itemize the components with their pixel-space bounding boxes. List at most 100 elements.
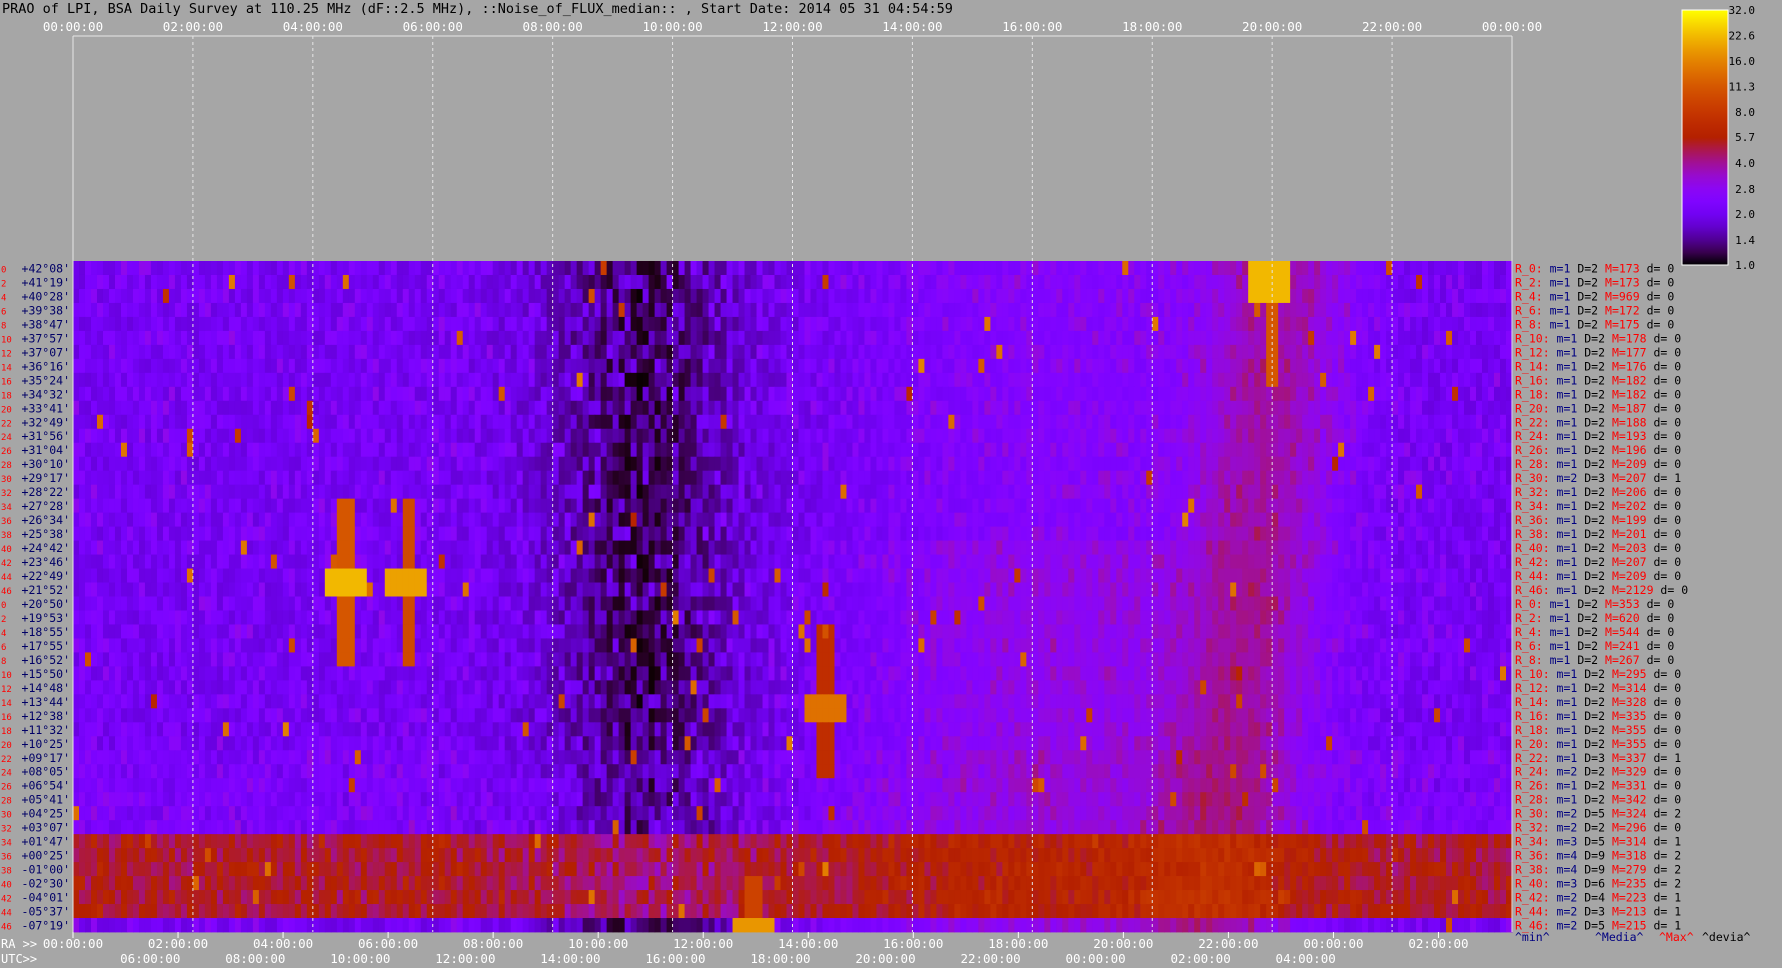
heatmap-cell bbox=[372, 400, 380, 416]
heatmap-cell bbox=[1422, 414, 1429, 430]
heatmap-cell bbox=[540, 302, 548, 318]
heatmap-cell bbox=[618, 512, 626, 528]
heatmap-cell bbox=[1428, 428, 1435, 444]
heatmap-cell bbox=[402, 344, 410, 360]
heatmap-cell bbox=[498, 540, 506, 555]
heatmap-cell bbox=[1458, 344, 1465, 360]
heatmap-cell bbox=[834, 540, 842, 555]
heatmap-cell bbox=[552, 400, 560, 416]
heatmap-cell bbox=[1494, 274, 1501, 290]
heatmap-cell bbox=[114, 358, 122, 374]
heatmap-cell bbox=[846, 261, 854, 276]
heatmap-cell bbox=[1500, 484, 1507, 500]
heatmap-cell bbox=[648, 358, 656, 374]
heatmap-cell bbox=[174, 386, 182, 402]
heatmap-cell bbox=[354, 330, 362, 346]
heatmap-cell bbox=[90, 428, 98, 444]
heatmap-cell bbox=[258, 526, 266, 541]
heatmap-cell bbox=[924, 274, 932, 290]
heatmap-cell bbox=[1488, 288, 1495, 304]
heatmap-cell bbox=[798, 358, 806, 374]
heatmap-cell bbox=[930, 261, 937, 276]
heatmap-cell bbox=[480, 386, 488, 402]
heatmap-cell bbox=[384, 428, 392, 444]
heatmap-cell bbox=[486, 498, 494, 514]
heatmap-cell bbox=[708, 261, 716, 276]
heatmap-cell bbox=[570, 470, 578, 486]
heatmap-cell bbox=[1416, 330, 1423, 346]
heatmap-cell bbox=[630, 344, 638, 360]
heatmap-cell bbox=[1074, 456, 1081, 472]
heatmap-cell bbox=[696, 316, 704, 332]
heatmap-cell bbox=[1308, 330, 1315, 346]
heatmap-cell bbox=[1266, 386, 1273, 402]
heatmap-cell bbox=[306, 261, 314, 276]
heatmap-cell bbox=[180, 316, 188, 332]
heatmap-cell bbox=[168, 526, 176, 541]
heatmap-cell bbox=[1482, 274, 1489, 290]
heatmap-cell bbox=[744, 288, 752, 304]
heatmap-cell bbox=[1062, 372, 1069, 388]
heatmap-cell bbox=[1242, 442, 1249, 458]
heatmap-cell bbox=[96, 540, 104, 555]
heatmap-cell bbox=[966, 386, 973, 402]
heatmap-cell bbox=[558, 470, 566, 486]
heatmap-cell bbox=[630, 526, 638, 541]
heatmap-cell bbox=[1410, 316, 1417, 332]
heatmap-cell bbox=[822, 540, 830, 555]
heatmap-cell bbox=[1314, 274, 1321, 290]
heatmap-cell bbox=[156, 470, 164, 486]
heatmap-cell bbox=[786, 344, 794, 360]
heatmap-cell bbox=[444, 344, 452, 360]
heatmap-cell bbox=[660, 442, 668, 458]
heatmap-cell bbox=[468, 288, 476, 304]
heatmap-cell bbox=[582, 442, 590, 458]
heatmap-cell bbox=[144, 330, 152, 346]
heatmap-cell bbox=[714, 358, 722, 374]
heatmap-cell bbox=[1152, 316, 1159, 332]
heatmap-cell bbox=[384, 288, 392, 304]
heatmap-cell bbox=[324, 484, 332, 500]
heatmap-cell bbox=[732, 386, 740, 402]
heatmap-cell bbox=[1440, 261, 1447, 276]
heatmap-cell bbox=[1062, 498, 1069, 514]
heatmap-cell bbox=[774, 470, 782, 486]
heatmap-cell bbox=[456, 442, 464, 458]
heatmap-cell bbox=[810, 442, 818, 458]
heatmap-cell bbox=[1326, 344, 1333, 360]
heatmap-cell bbox=[246, 470, 254, 486]
heatmap-cell bbox=[600, 344, 608, 360]
heatmap-cell bbox=[456, 344, 464, 360]
heatmap-cell bbox=[252, 344, 260, 360]
heatmap-cell bbox=[1308, 400, 1315, 416]
heatmap-cell bbox=[822, 414, 830, 430]
heatmap-cell bbox=[1188, 442, 1195, 458]
heatmap-cell bbox=[540, 274, 548, 290]
heatmap-cell bbox=[708, 414, 716, 430]
heatmap-cell bbox=[156, 344, 164, 360]
heatmap-cell bbox=[834, 414, 842, 430]
heatmap-cell bbox=[198, 470, 206, 486]
heatmap-cell bbox=[492, 414, 500, 430]
heatmap-cell bbox=[1122, 302, 1129, 318]
heatmap-cell bbox=[504, 512, 512, 528]
heatmap-cell bbox=[1068, 372, 1075, 388]
heatmap-cell bbox=[192, 261, 200, 276]
heatmap-cell bbox=[750, 442, 758, 458]
heatmap-cell bbox=[1062, 274, 1069, 290]
heatmap-cell bbox=[966, 316, 973, 332]
heatmap-cell bbox=[1446, 344, 1453, 360]
heatmap-cell bbox=[1020, 400, 1027, 416]
heatmap-cell bbox=[1206, 498, 1213, 514]
heatmap-cell bbox=[168, 442, 176, 458]
heatmap-cell bbox=[138, 498, 146, 514]
heatmap-cell bbox=[300, 470, 308, 486]
heatmap-cell bbox=[276, 288, 284, 304]
heatmap-cell bbox=[450, 274, 458, 290]
heatmap-cell bbox=[1308, 302, 1315, 318]
heatmap-cell bbox=[474, 386, 482, 402]
heatmap-cell bbox=[504, 540, 512, 555]
heatmap-cell bbox=[804, 484, 812, 500]
heatmap-cell bbox=[1188, 274, 1195, 290]
heatmap-cell bbox=[342, 302, 350, 318]
